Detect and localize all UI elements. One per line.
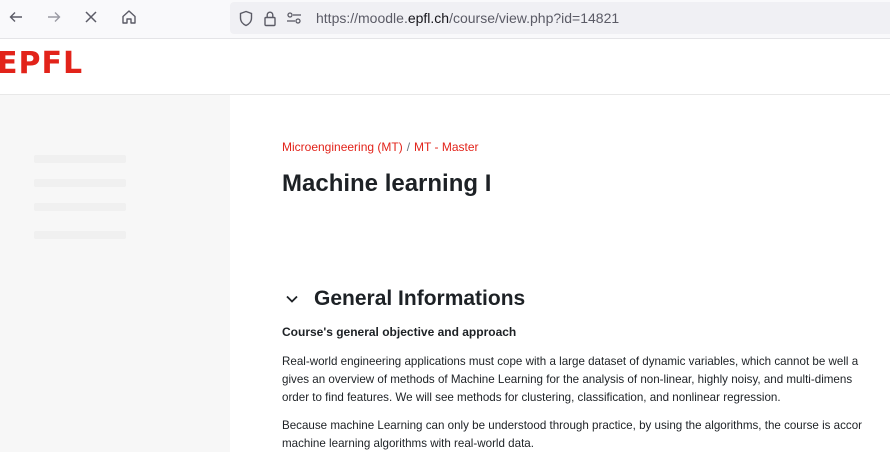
section-subheading: Course's general objective and approach (282, 325, 517, 339)
url-text[interactable]: https://moodle.epfl.ch/course/view.php?i… (316, 10, 619, 26)
course-content: Microengineering (MT) / MT - Master Machin… (230, 95, 890, 452)
drawer-placeholder (34, 231, 126, 239)
course-index-drawer (0, 95, 230, 452)
lock-icon[interactable] (260, 8, 280, 28)
section-title: General Informations (314, 287, 526, 310)
back-arrow-icon[interactable] (4, 5, 28, 29)
site-header: EPFL (0, 39, 890, 95)
drawer-placeholder (34, 155, 126, 163)
paragraph-line: Because machine Learning can only be und… (282, 419, 863, 432)
url-domain: epfl.ch (407, 10, 450, 26)
forward-arrow-icon[interactable] (42, 5, 66, 29)
paragraph-line: Real-world engineering applications must… (282, 355, 859, 368)
description-paragraph: Because machine Learning can only be und… (282, 417, 890, 452)
shield-icon[interactable] (236, 8, 256, 28)
address-bar[interactable]: https://moodle.epfl.ch/course/view.php?i… (230, 2, 890, 34)
breadcrumb-separator: / (406, 140, 411, 154)
permissions-icon[interactable] (284, 8, 304, 28)
paragraph-line: order to find features. We will see meth… (282, 391, 781, 404)
paragraph-line: machine learning algorithms with real-wo… (282, 437, 534, 450)
breadcrumb-item-microengineering[interactable]: Microengineering (MT) (282, 140, 403, 154)
url-path: /course/view.php?id=14821 (449, 10, 620, 26)
drawer-placeholder (34, 179, 126, 187)
close-icon[interactable] (79, 5, 103, 29)
breadcrumb: Microengineering (MT) / MT - Master (282, 140, 479, 154)
description-paragraph: Real-world engineering applications must… (282, 353, 890, 407)
chevron-down-icon[interactable] (282, 289, 302, 309)
home-icon[interactable] (117, 5, 141, 29)
drawer-placeholder (34, 203, 126, 211)
paragraph-line: gives an overview of methods of Machine … (282, 373, 853, 386)
browser-toolbar: https://moodle.epfl.ch/course/view.php?i… (0, 0, 890, 39)
url-prefix: https://moodle. (316, 10, 408, 26)
breadcrumb-item-mt-master[interactable]: MT - Master (414, 140, 478, 154)
epfl-logo[interactable]: EPFL (0, 49, 83, 79)
page-title: Machine learning I (282, 170, 492, 197)
section-toggle-general-informations[interactable]: General Informations (282, 285, 525, 313)
